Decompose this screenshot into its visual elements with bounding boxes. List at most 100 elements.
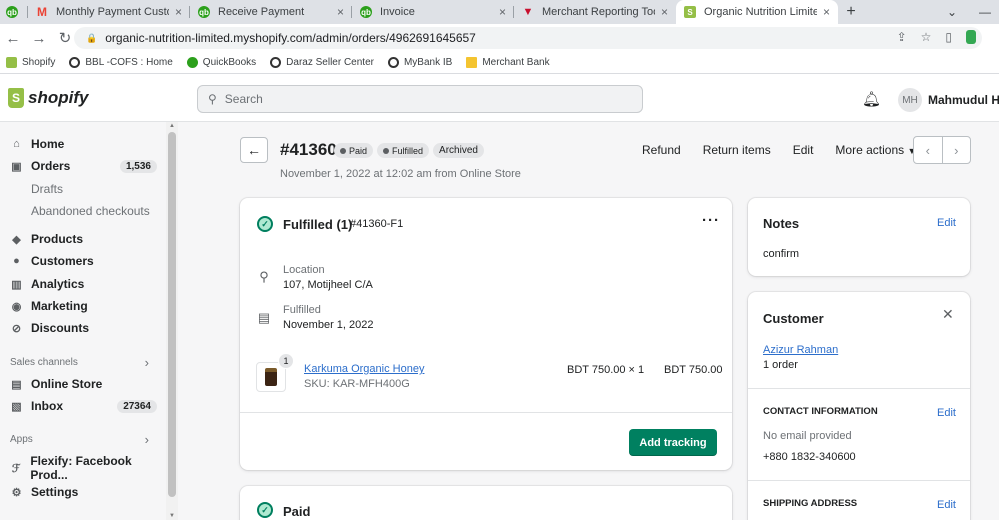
order-number: #41360 (280, 140, 337, 159)
discount-icon: ⊘ (11, 322, 22, 335)
sidebar-item-inbox[interactable]: ▧ Inbox 27364 (10, 399, 165, 413)
sidebar-item-label: Online Store (31, 377, 103, 391)
back-arrow-icon[interactable]: ← (0, 30, 26, 47)
forward-arrow-icon[interactable]: → (26, 30, 52, 47)
star-icon[interactable]: ☆ (921, 30, 932, 44)
chevron-right-icon[interactable]: › (145, 355, 149, 370)
fulfilled-date: November 1, 2022 (283, 319, 374, 331)
tab-receive-payment[interactable]: qb Receive Payment × (190, 0, 352, 24)
fulfillment-title: Fulfilled (1) (283, 217, 353, 232)
notes-edit-link[interactable]: Edit (937, 217, 956, 229)
section-label: Apps (10, 434, 33, 445)
close-icon[interactable]: × (175, 5, 182, 19)
add-tracking-button[interactable]: Add tracking (629, 429, 717, 456)
tab-title: Organic Nutrition Limited (704, 6, 817, 18)
main-content: ← #41360 Paid Fulfilled Archived Novembe… (178, 122, 999, 520)
close-icon[interactable]: × (661, 5, 668, 19)
previous-order-button[interactable]: ‹ (914, 137, 943, 163)
return-items-button[interactable]: Return items (703, 143, 771, 157)
avatar[interactable]: MH (898, 88, 922, 112)
scrollbar-thumb[interactable] (168, 132, 176, 497)
bookmark-merchant-bank[interactable]: Merchant Bank (466, 57, 550, 68)
bookmark-bbl[interactable]: BBL -COFS : Home (69, 57, 173, 68)
person-icon: ● (13, 255, 20, 267)
sidebar-item-settings[interactable]: ⚙ Settings (10, 485, 165, 499)
close-icon[interactable]: ✕ (942, 306, 954, 323)
chevron-down-icon[interactable]: ⌄ (947, 5, 957, 19)
bookmark-shopify[interactable]: Shopify (6, 57, 55, 68)
sidebar: ⌂ Home ▣ Orders 1,536 Drafts Abandoned che… (0, 122, 178, 520)
back-button[interactable]: ← (240, 137, 268, 163)
sidebar-item-online-store[interactable]: ▤ Online Store (10, 377, 165, 391)
bookmark-quickbooks[interactable]: QuickBooks (186, 57, 257, 68)
tab-title: Invoice (380, 6, 415, 18)
sidebar-item-label: Inbox (31, 399, 63, 413)
bookmark-daraz[interactable]: Daraz Seller Center (270, 57, 374, 68)
divider (748, 480, 970, 481)
bookmarks-bar: Shopify BBL -COFS : Home QuickBooks Dara… (0, 52, 999, 74)
close-icon[interactable]: × (337, 5, 344, 19)
more-options-icon[interactable]: ··· (702, 212, 720, 229)
customer-name-link[interactable]: Azizur Rahman (763, 344, 838, 356)
tab-invoice[interactable]: qb Invoice × (352, 0, 514, 24)
sidebar-scrollbar[interactable]: ▲ ▼ (166, 122, 178, 520)
bookmark-label: MyBank IB (403, 57, 453, 68)
share-icon[interactable]: ⇪ (897, 30, 907, 44)
apps-heading[interactable]: Apps › (10, 432, 155, 447)
search-icon: ⚲ (208, 92, 217, 106)
sidebar-item-customers[interactable]: ● Customers (10, 254, 165, 268)
refund-button[interactable]: Refund (642, 143, 681, 157)
tab-gmail[interactable]: M Monthly Payment Customer × (28, 0, 190, 24)
sidebar-item-flexify[interactable]: ℱ Flexify: Facebook Prod... (10, 454, 165, 482)
sidebar-item-label: Abandoned checkouts (31, 204, 150, 218)
minimize-icon[interactable]: — (979, 5, 991, 19)
store-icon: ▤ (11, 378, 22, 391)
edit-button[interactable]: Edit (793, 143, 814, 157)
sidebar-item-home[interactable]: ⌂ Home (10, 137, 165, 151)
sidebar-item-drafts[interactable]: Drafts (31, 182, 178, 196)
sidebar-item-abandoned-checkouts[interactable]: Abandoned checkouts (31, 204, 178, 218)
fulfilled-badge: Fulfilled (377, 143, 430, 158)
quickbooks-icon: qb (198, 6, 210, 18)
shipping-edit-link[interactable]: Edit (937, 499, 956, 511)
product-link[interactable]: Karkuma Organic Honey (304, 363, 424, 375)
chevron-right-icon[interactable]: › (145, 432, 149, 447)
sidebar-item-discounts[interactable]: ⊘ Discounts (10, 321, 165, 335)
tab-merchant-reporting[interactable]: ▼ Merchant Reporting Tool × (514, 0, 676, 24)
sidebar-item-label: Flexify: Facebook Prod... (30, 454, 132, 482)
shopify-logo[interactable]: shopify (8, 88, 88, 108)
close-icon[interactable]: × (823, 5, 830, 19)
close-icon[interactable]: × (499, 5, 506, 19)
scroll-up-icon[interactable]: ▲ (169, 123, 175, 129)
contact-info-heading: CONTACT INFORMATION (763, 406, 878, 417)
customer-card: Customer ✕ Azizur Rahman 1 order CONTACT… (748, 292, 970, 520)
search-input[interactable]: ⚲ Search (197, 85, 643, 113)
more-actions-button[interactable]: More actions ▼ (835, 143, 916, 157)
notes-text: confirm (763, 248, 800, 260)
url-field[interactable]: 🔒 organic-nutrition-limited.myshopify.co… (74, 27, 982, 49)
profile-icon[interactable] (966, 30, 976, 44)
sidebar-item-analytics[interactable]: ▥ Analytics (10, 277, 165, 291)
scroll-down-icon[interactable]: ▼ (169, 513, 175, 519)
sidebar-item-orders[interactable]: ▣ Orders 1,536 (10, 159, 165, 173)
bookmark-mybank[interactable]: MyBank IB (387, 57, 453, 68)
sidebar-item-label: Settings (31, 485, 79, 499)
bookmark-label: QuickBooks (202, 57, 257, 68)
next-order-button[interactable]: › (943, 137, 971, 163)
gmail-icon: M (37, 5, 47, 19)
flexify-icon: ℱ (11, 462, 21, 475)
user-name[interactable]: Mahmudul Ha (928, 93, 999, 107)
sidebar-item-label: Home (31, 137, 65, 151)
bell-icon[interactable]: 🔔︎ (862, 90, 881, 108)
contact-edit-link[interactable]: Edit (937, 407, 956, 419)
tab-pinned[interactable]: qb (0, 0, 28, 24)
new-tab-button[interactable]: + (838, 0, 864, 24)
sidebar-item-products[interactable]: ◆ Products (10, 232, 165, 246)
product-sku: SKU: KAR-MFH400G (304, 378, 410, 390)
sidebar-item-marketing[interactable]: ◉ Marketing (10, 299, 165, 313)
badge-label: Paid (349, 145, 368, 156)
sidepanel-icon[interactable]: ▯ (945, 30, 952, 44)
sales-channels-heading[interactable]: Sales channels › (10, 355, 155, 370)
tab-organic-nutrition[interactable]: S Organic Nutrition Limited × (676, 0, 838, 24)
fulfillment-card: ✓ Fulfilled (1) #41360-F1 ··· ⚲ Location… (240, 198, 732, 470)
